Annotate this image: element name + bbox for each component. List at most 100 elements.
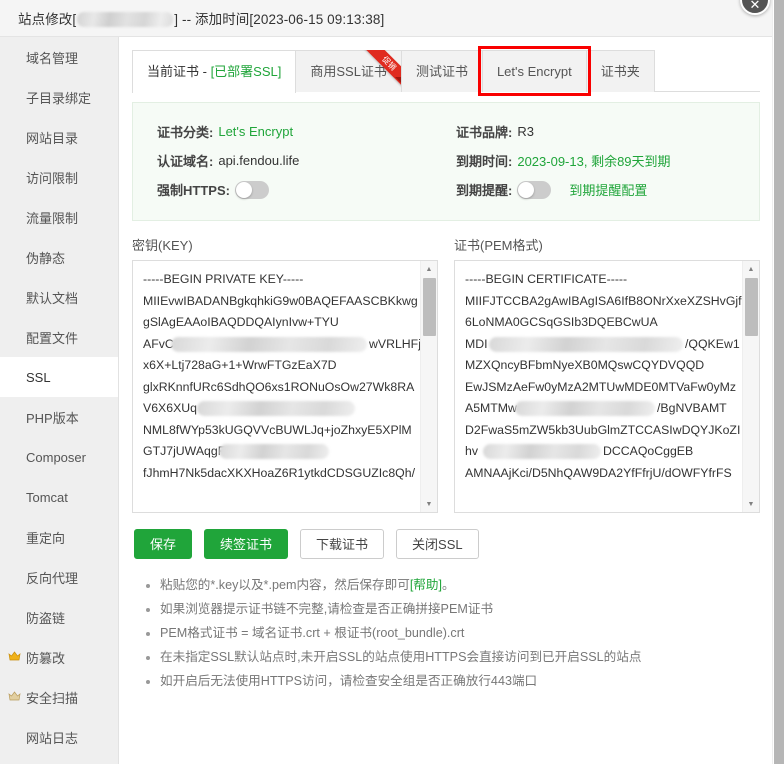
window-title: 站点修改[ ] -- 添加时间[2023-06-15 09:13:38] (0, 8, 384, 28)
help-text: 如开启后无法使用HTTPS访问，请检查安全组是否正确放行443端口 (160, 674, 538, 688)
cert-text-line: fJhmH7Nk5dacXKXHoaZ6R1ytkdCDSGUZIc8Qh/ (143, 465, 415, 480)
redacted-block (483, 444, 601, 459)
pem-textarea[interactable]: -----BEGIN CERTIFICATE----- MIIFJTCCBA2gA… (454, 260, 760, 513)
help-text: PEM格式证书 = 域名证书.crt + 根证书(root_bundle).cr… (160, 626, 465, 640)
scroll-up-icon[interactable]: ▲ (421, 261, 437, 277)
cert-text-line: MIIFJTCCBA2gAwIBAgISA6IfB8ONrXxeXZSHvGjf (465, 293, 742, 308)
cert-text-line: AFvCwVRLHFjle (143, 334, 420, 356)
sidebar-item-site-log[interactable]: 网站日志 (0, 717, 118, 757)
sidebar-item-redirect[interactable]: 重定向 (0, 517, 118, 557)
cert-text-line: GTJ7jUWAqgF (143, 441, 414, 463)
help-link[interactable]: [帮助] (410, 578, 442, 592)
expire-remind-toggle[interactable] (517, 180, 552, 199)
sidebar-item-security-scan[interactable]: 安全扫描 (0, 677, 118, 717)
pem-scrollbar[interactable]: ▲ ▼ (742, 261, 759, 512)
sidebar-item-label: 反向代理 (26, 570, 79, 586)
close-ssl-button[interactable]: 关闭SSL (396, 529, 479, 559)
redacted-block (489, 336, 683, 352)
scroll-down-icon[interactable]: ▼ (743, 496, 759, 512)
force-https-row: 强制HTTPS: (157, 177, 446, 202)
cert-category-value: Let's Encrypt (218, 124, 294, 139)
download-cert-button[interactable]: 下载证书 (300, 529, 385, 559)
cert-text-line: MIIEvwIBADANBgkqhkiG9w0BAQEFAASCBKkwg (143, 293, 418, 308)
expire-remind-row: 到期提醒: 到期提醒配置 (456, 177, 759, 202)
tab-cert-folder[interactable]: 证书夹 (585, 50, 655, 92)
sidebar-item-label: PHP版本 (26, 410, 79, 426)
cert-text-line: -----BEGIN CERTIFICATE----- (465, 272, 628, 286)
tab-label: 商用SSL证书 (310, 64, 387, 79)
help-text: 在未指定SSL默认站点时,未开启SSL的站点使用HTTPS会直接访问到已开启SS… (160, 650, 642, 664)
pem-textarea-content[interactable]: -----BEGIN CERTIFICATE----- MIIFJTCCBA2gA… (455, 261, 742, 512)
tab-status-deployed: [已部署SSL] (210, 64, 282, 79)
sidebar-item-rewrite[interactable]: 伪静态 (0, 237, 118, 277)
redacted-block (515, 401, 655, 416)
window-title-prefix: 站点修改[ (18, 12, 77, 27)
force-https-toggle[interactable] (234, 180, 269, 199)
sidebar-item-label: 默认文档 (26, 290, 79, 306)
cert-text-tail: DCCAQoCggEB (603, 444, 694, 458)
key-label: 密钥(KEY) (132, 238, 193, 253)
sidebar-item-anti-tamper[interactable]: 防篡改 (0, 637, 118, 677)
sidebar-item-ssl[interactable]: SSL (0, 357, 118, 397)
redacted-sitename (77, 11, 174, 27)
help-text-post: 。 (442, 578, 455, 592)
cert-text-line: D2FwaS5mZW5kb3UubGlmZTCCASIwDQYJKoZI (465, 422, 741, 437)
sidebar-item-composer[interactable]: Composer (0, 437, 118, 477)
sidebar-item-reverse-proxy[interactable]: 反向代理 (0, 557, 118, 597)
sidebar-item-domain[interactable]: 域名管理 (0, 37, 118, 77)
cert-text-line: MDI/QQKEw1 (465, 334, 740, 356)
sidebar-item-php-version[interactable]: PHP版本 (0, 397, 118, 437)
scroll-thumb[interactable] (423, 278, 436, 336)
tab-label: 证书夹 (600, 64, 640, 79)
tab-label: Let's Encrypt (496, 64, 572, 79)
help-list-item: 如开启后无法使用HTTPS访问，请检查安全组是否正确放行443端口 (146, 671, 760, 695)
sidebar-item-access-limit[interactable]: 访问限制 (0, 157, 118, 197)
cert-category-label: 证书分类: (157, 125, 214, 140)
cert-domain-value: api.fendou.life (218, 153, 300, 168)
sidebar-item-label: 配置文件 (26, 330, 79, 346)
sidebar-item-label: 防篡改 (26, 650, 66, 666)
renew-cert-button[interactable]: 续签证书 (204, 529, 289, 559)
page-scroll-thumb[interactable] (774, 0, 784, 764)
scroll-thumb[interactable] (745, 278, 758, 336)
cert-text-tail: wVRLHFjle (369, 336, 420, 351)
sidebar-item-anti-leech[interactable]: 防盗链 (0, 597, 118, 637)
sidebar-item-label: SSL (26, 369, 51, 385)
close-icon[interactable]: ✕ (740, 0, 770, 15)
key-textarea[interactable]: -----BEGIN PRIVATE KEY----- MIIEvwIBADANB… (132, 260, 438, 513)
cert-text-line: hv DCCAQoCggEB (465, 441, 736, 463)
sidebar-item-traffic-limit[interactable]: 流量限制 (0, 197, 118, 237)
scroll-down-icon[interactable]: ▼ (421, 496, 437, 512)
pem-block: 证书(PEM格式) -----BEGIN CERTIFICATE----- MII… (454, 235, 760, 513)
cert-inputs-row: 密钥(KEY) -----BEGIN PRIVATE KEY----- MIIEv… (132, 235, 760, 513)
cert-text-line: glxRKnnfURc6SdhQO6xs1RONuOsOw27Wk8RA (143, 379, 415, 394)
cert-text-line: AMNAAjKci/D5NhQAW9DA2YfFfrjU/dOWFYfrFS (465, 465, 732, 480)
sidebar-item-subdir[interactable]: 子目录绑定 (0, 77, 118, 117)
cert-info-right: 证书品牌: R3 到期时间: 2023-09-13, 剩余89天到期 到期提醒:… (446, 119, 759, 206)
save-button[interactable]: 保存 (134, 529, 193, 559)
tab-lets-encrypt[interactable]: Let's Encrypt (477, 46, 591, 96)
sidebar-item-config-file[interactable]: 配置文件 (0, 317, 118, 357)
scroll-up-icon[interactable]: ▲ (743, 261, 759, 277)
tab-test-cert[interactable]: 测试证书 (400, 50, 483, 92)
cert-text-line: A5MTMw/BgNVBAMT (465, 398, 736, 420)
tab-commercial-ssl[interactable]: 商用SSL证书 促销 (295, 50, 402, 92)
tab-current-cert[interactable]: 当前证书 - [已部署SSL] (132, 50, 297, 93)
page-scrollbar[interactable] (772, 0, 784, 764)
redacted-block (171, 336, 367, 352)
action-buttons: 保存 续签证书 下载证书 关闭SSL (134, 529, 760, 559)
cert-brand-label: 证书品牌: (456, 125, 513, 140)
sidebar-item-default-doc[interactable]: 默认文档 (0, 277, 118, 317)
sidebar-item-label: 安全扫描 (26, 690, 79, 706)
window-titlebar: 站点修改[ ] -- 添加时间[2023-06-15 09:13:38] ✕ (0, 0, 784, 37)
key-scrollbar[interactable]: ▲ ▼ (420, 261, 437, 512)
sidebar-item-webdir[interactable]: 网站目录 (0, 117, 118, 157)
expire-remind-config-link[interactable]: 到期提醒配置 (569, 180, 647, 199)
cert-expire-label: 到期时间: (456, 154, 513, 169)
cert-text-line: V6X6XUq (143, 398, 414, 420)
cert-domain-row: 认证域名: api.fendou.life (157, 148, 446, 173)
key-textarea-content[interactable]: -----BEGIN PRIVATE KEY----- MIIEvwIBADANB… (133, 261, 420, 512)
cert-brand-row: 证书品牌: R3 (456, 119, 759, 144)
redacted-block (219, 444, 329, 459)
sidebar-item-tomcat[interactable]: Tomcat (0, 477, 118, 517)
